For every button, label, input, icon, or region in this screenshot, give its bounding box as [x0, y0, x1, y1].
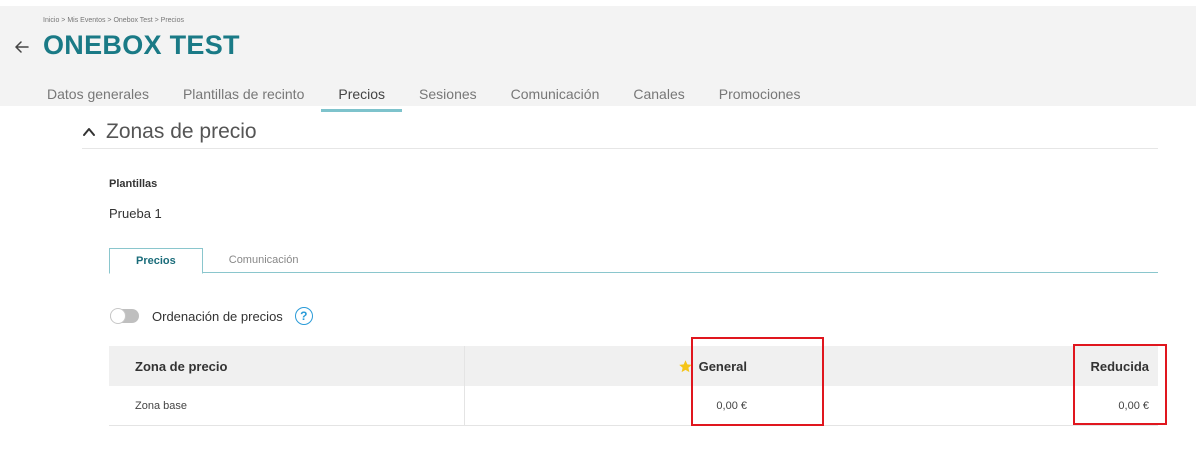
breadcrumb: Inicio > Mis Eventos > Onebox Test > Pre…	[43, 17, 184, 24]
table-row: Zona base 0,00 € 0,00 €	[109, 386, 1158, 426]
page-header: Inicio > Mis Eventos > Onebox Test > Pre…	[0, 0, 1196, 112]
main-tabs: Datos generales Plantillas de recinto Pr…	[30, 80, 817, 112]
star-icon	[678, 359, 692, 372]
breadcrumb-item-mis-eventos[interactable]: Mis Eventos	[67, 17, 105, 24]
subtab-precios[interactable]: Precios	[109, 248, 203, 274]
tab-precios[interactable]: Precios	[321, 80, 402, 112]
tab-sesiones[interactable]: Sesiones	[402, 80, 494, 112]
ordering-toggle[interactable]	[110, 308, 139, 324]
breadcrumb-item-onebox-test[interactable]: Onebox Test	[113, 17, 152, 24]
question-circle-icon[interactable]: ?	[294, 307, 313, 325]
section-header-zonas-de-precio[interactable]: Zonas de precio	[82, 115, 1158, 149]
price-zones-table: Zona de precio General Reducida Zona bas…	[109, 346, 1158, 426]
page-title: ONEBOX TEST	[43, 30, 240, 60]
cell-zone: Zona base	[109, 386, 465, 425]
ordering-row: Ordenación de precios ?	[110, 305, 313, 327]
plantillas-label: Plantillas	[109, 178, 158, 190]
header-reducida: Reducida	[1090, 358, 1149, 374]
tab-comunicacion[interactable]: Comunicación	[494, 80, 617, 112]
cell-reducida-price[interactable]: 0,00 €	[785, 386, 1158, 425]
arrow-left-icon	[15, 41, 29, 53]
header-general-label: General	[698, 358, 747, 374]
cell-general-price[interactable]: 0,00 €	[465, 386, 785, 425]
tab-plantillas-de-recinto[interactable]: Plantillas de recinto	[166, 80, 321, 112]
page: Inicio > Mis Eventos > Onebox Test > Pre…	[0, 0, 1196, 461]
sub-tabs: Precios Comunicación	[109, 248, 1158, 274]
table-header-row: Zona de precio General Reducida	[109, 346, 1158, 386]
header-general: General	[465, 346, 785, 386]
ordering-label: Ordenación de precios	[152, 308, 283, 324]
chevron-up-icon[interactable]	[82, 125, 96, 139]
tab-datos-generales[interactable]: Datos generales	[30, 80, 166, 112]
plantillas-value: Prueba 1	[109, 206, 162, 221]
back-button[interactable]	[13, 38, 31, 56]
breadcrumb-item-precios: Precios	[160, 17, 184, 24]
subtab-comunicacion[interactable]: Comunicación	[203, 248, 325, 273]
breadcrumb-item-inicio[interactable]: Inicio	[43, 17, 59, 24]
section-title: Zonas de precio	[106, 119, 257, 143]
tab-promociones[interactable]: Promociones	[702, 80, 818, 112]
header-zona-de-precio: Zona de precio	[109, 346, 465, 386]
tab-canales[interactable]: Canales	[616, 80, 701, 112]
toggle-knob	[110, 308, 126, 324]
